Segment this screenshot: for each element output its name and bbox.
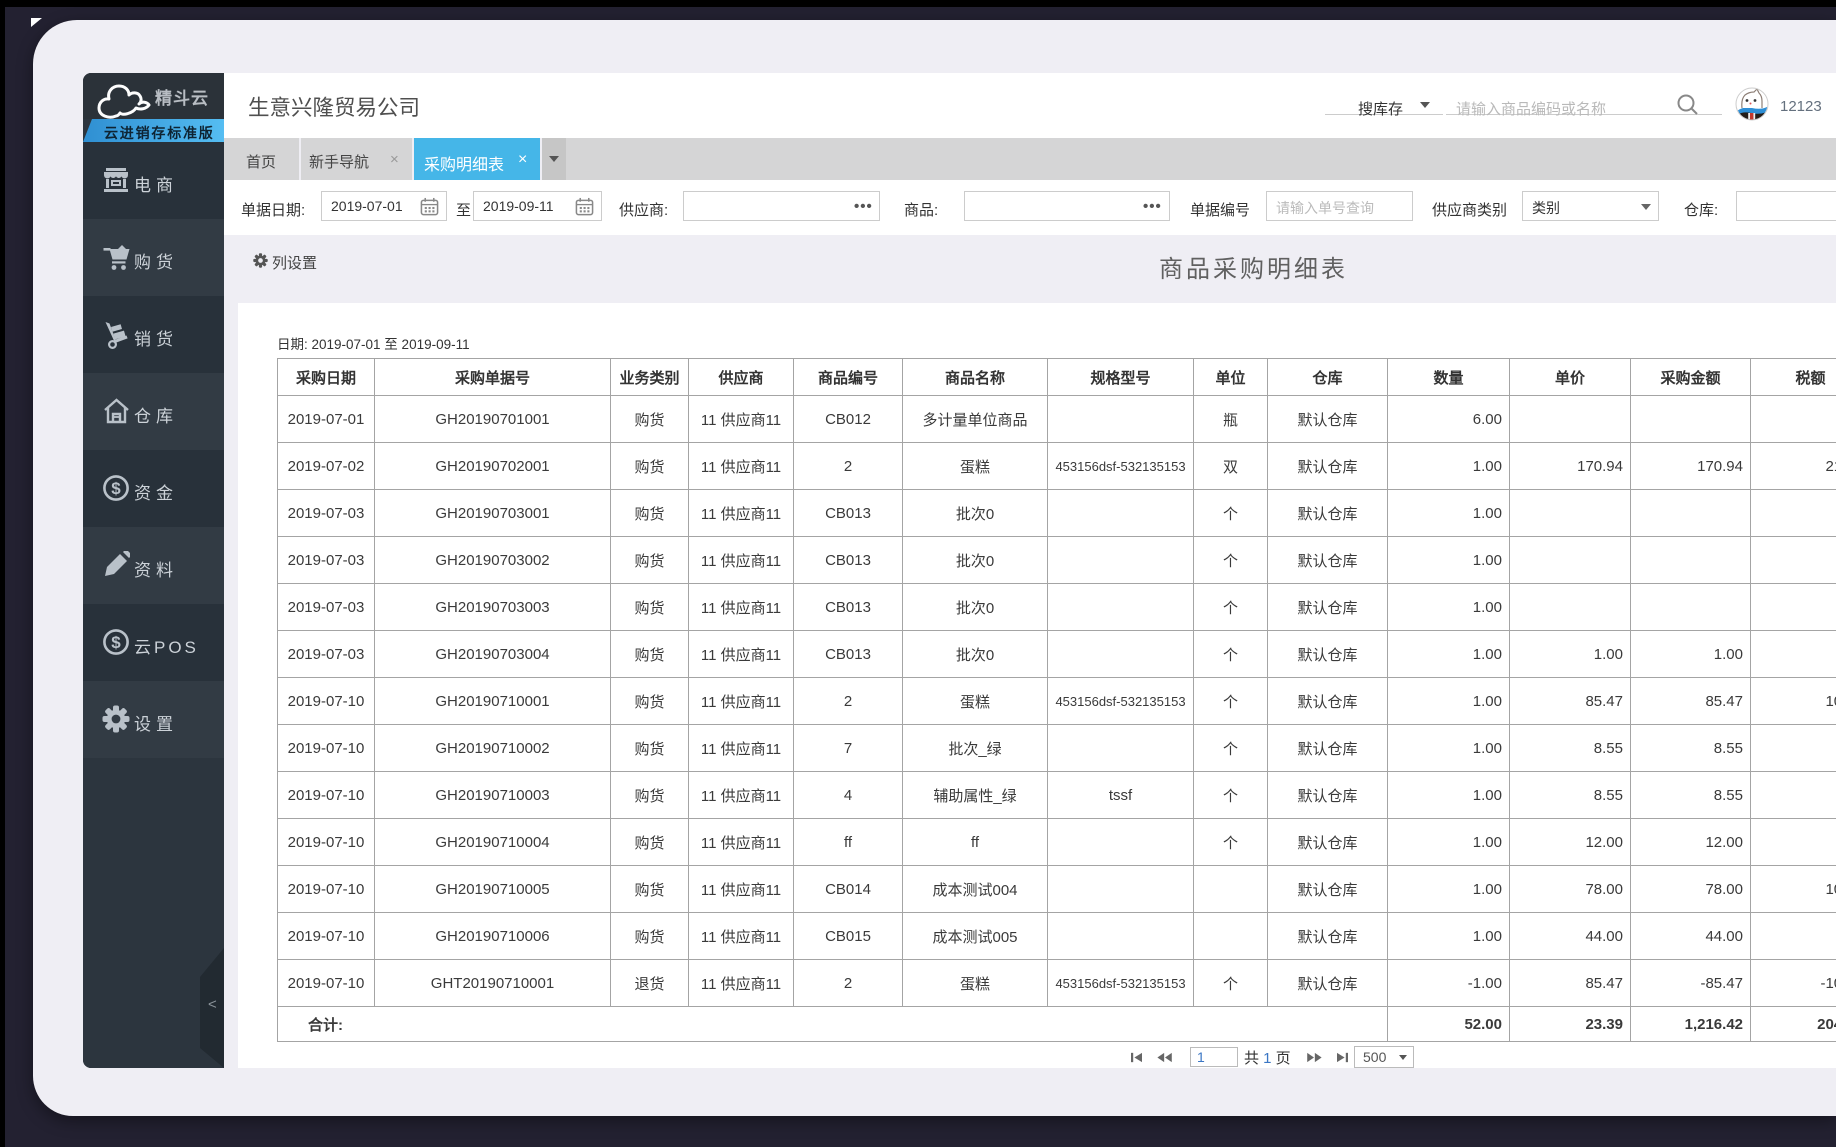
svg-text:$: $ (111, 633, 121, 652)
svg-text:$: $ (111, 479, 121, 498)
